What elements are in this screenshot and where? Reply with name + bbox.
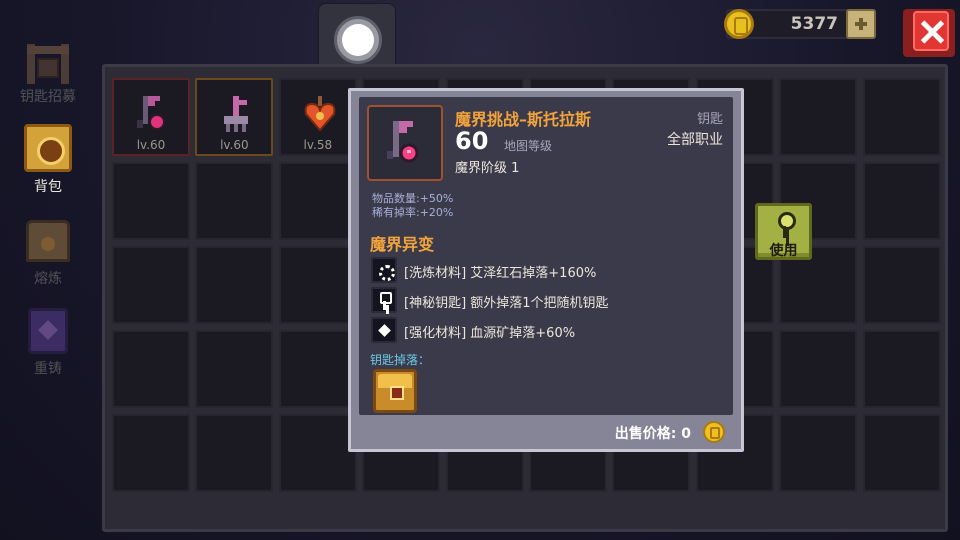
nav-key-recruit[interactable]: 钥匙招募	[8, 38, 88, 118]
item-level: lv.60	[220, 138, 249, 152]
nav-recast[interactable]: 重铸	[8, 304, 88, 384]
stat-rare-drop: 稀有掉率:+20%	[372, 206, 454, 219]
recast-icon	[28, 308, 68, 354]
nav-label: 钥匙招募	[20, 89, 76, 105]
inventory-slot[interactable]	[779, 414, 858, 492]
demon-tier: 魔界阶级 1	[455, 161, 520, 176]
nav-smelt[interactable]: 熔炼	[8, 214, 88, 294]
inventory-slot[interactable]	[862, 246, 941, 324]
dark-key-icon	[387, 121, 419, 163]
inventory-slot[interactable]	[779, 330, 858, 408]
add-coins-button[interactable]	[846, 9, 876, 39]
effect-text: [强化材料] 血源矿掉落+60%	[404, 326, 576, 341]
inventory-slot[interactable]	[278, 330, 357, 408]
effect-text: [洗炼材料] 艾泽红石掉落+160%	[404, 266, 597, 281]
close-button[interactable]	[903, 9, 955, 57]
effect-row: [强化材料] 血源矿掉落+60%	[371, 317, 721, 343]
close-icon	[913, 11, 949, 51]
key-drops-label: 钥匙掉落：	[370, 353, 431, 367]
inventory-slot[interactable]	[195, 162, 274, 240]
key-icon	[776, 212, 796, 238]
furnace-icon	[26, 220, 70, 262]
item-level: lv.60	[136, 138, 166, 152]
sell-price: 出售价格: 0	[614, 426, 691, 442]
coin-icon	[703, 421, 725, 443]
item-category: 钥匙	[696, 112, 723, 127]
inventory-slot[interactable]	[862, 78, 941, 156]
use-button-label: 使用	[769, 243, 798, 259]
inventory-slot[interactable]	[779, 78, 858, 156]
inventory-slot[interactable]	[112, 414, 190, 492]
backpack-chest-icon	[24, 124, 72, 172]
inventory-slot[interactable]	[278, 414, 357, 492]
key-icon	[371, 287, 397, 313]
nav-label: 熔炼	[34, 271, 62, 287]
item-icon-frame	[367, 105, 443, 181]
tooltip-body: 魔界挑战–斯托拉斯 60 地图等级 魔界阶级 1 钥匙 全部职业 物品数量:+5…	[359, 97, 733, 415]
game-screen: 5377 钥匙招募 背包 熔炼 重铸 lv.60 lv.60 lv.58 使用	[0, 0, 960, 540]
inventory-slot[interactable]: lv.60	[195, 78, 274, 156]
camera-shutter-icon	[334, 16, 382, 64]
inventory-slot[interactable]	[112, 330, 190, 408]
nav-backpack[interactable]: 背包	[8, 122, 88, 202]
coin-balance: 5377	[724, 9, 876, 39]
use-button[interactable]: 使用	[755, 203, 812, 260]
item-tooltip: 魔界挑战–斯托拉斯 60 地图等级 魔界阶级 1 钥匙 全部职业 物品数量:+5…	[348, 88, 744, 452]
section-title: 魔界异变	[370, 235, 435, 254]
inventory-slot[interactable]: lv.60	[112, 78, 190, 156]
inventory-slot[interactable]: lv.58	[278, 78, 357, 156]
nav-label: 重铸	[34, 361, 62, 377]
inventory-slot[interactable]	[112, 246, 190, 324]
nav-label: 背包	[34, 179, 62, 195]
effect-text: [神秘钥匙] 额外掉落1个把随机钥匙	[404, 296, 609, 311]
gear-icon	[371, 257, 397, 283]
diamond-icon	[371, 317, 397, 343]
coin-count: 5377	[790, 14, 838, 34]
inventory-slot[interactable]	[112, 162, 190, 240]
effect-row: [神秘钥匙] 额外掉落1个把随机钥匙	[371, 287, 721, 313]
inventory-slot[interactable]	[195, 246, 274, 324]
map-level-label: 地图等级	[504, 139, 553, 153]
treasure-chest-icon	[373, 369, 417, 413]
inventory-slot[interactable]	[862, 414, 941, 492]
effect-row: [洗炼材料] 艾泽红石掉落+160%	[371, 257, 721, 283]
item-level: lv.58	[303, 138, 333, 152]
recruit-icon	[25, 38, 71, 84]
inventory-slot[interactable]	[862, 162, 941, 240]
inventory-slot[interactable]	[278, 246, 357, 324]
inventory-slot[interactable]	[862, 330, 941, 408]
inventory-slot[interactable]	[195, 330, 274, 408]
class-requirement: 全部职业	[667, 132, 723, 148]
coin-icon	[724, 9, 754, 39]
inventory-slot[interactable]	[278, 162, 357, 240]
inventory-slot[interactable]	[195, 414, 274, 492]
map-level-value: 60	[455, 127, 489, 155]
